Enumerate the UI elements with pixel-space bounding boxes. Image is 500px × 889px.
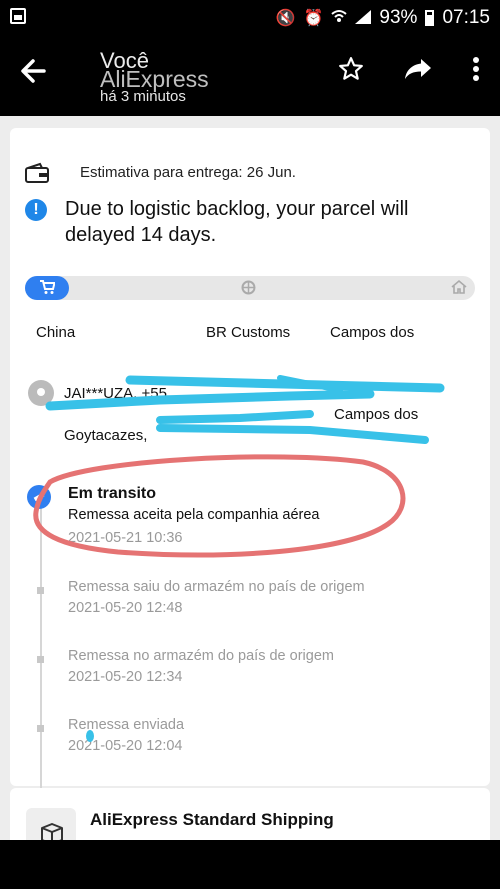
timeline-dot	[37, 587, 44, 594]
mute-icon: 🔇	[275, 10, 296, 27]
event-date: 2021-05-20 12:04	[68, 738, 183, 754]
current-date: 2021-05-21 10:36	[68, 530, 183, 546]
package-icon	[26, 808, 76, 840]
delivery-estimate-row	[24, 162, 50, 184]
carrier-name: AliExpress Standard Shipping	[90, 810, 334, 829]
timeline-current: Em transito Remessa aceita pela companhi…	[68, 484, 319, 548]
plane-icon	[27, 485, 51, 509]
clock: 07:15	[442, 7, 490, 28]
wallet-icon	[25, 162, 49, 183]
delay-alert: Due to logistic backlog, your parcel wil…	[65, 198, 409, 246]
timeline-event: Remessa enviada 2021-05-20 12:04	[68, 716, 184, 756]
tracking-screen: Estimativa para entrega: 26 Jun. ! Due t…	[0, 116, 500, 840]
customs-icon	[241, 280, 256, 298]
event-date: 2021-05-20 12:34	[68, 669, 183, 685]
current-description: Remessa aceita pela companhia aérea	[68, 507, 320, 523]
battery-icon	[425, 10, 435, 26]
back-arrow-icon[interactable]	[20, 58, 46, 90]
timeline-event: Remessa no armazém do país de origem 202…	[68, 647, 334, 687]
event-description: Remessa enviada	[68, 717, 185, 733]
address-line-3: Goytacazes,	[64, 427, 148, 444]
stage-origin: China	[36, 324, 76, 341]
shipping-card: AliExpress Standard Shipping	[10, 788, 490, 840]
timeline-event: Remessa saiu do armazém no país de orige…	[68, 578, 365, 618]
header-actions	[338, 56, 480, 82]
alarm-icon: ⏰	[303, 10, 324, 27]
bottom-bar	[0, 840, 500, 889]
shipping-address: JAI***UZA, +55 Campos dos Goytacazes,	[64, 383, 464, 446]
home-icon	[451, 279, 467, 299]
timeline-dot	[37, 656, 44, 663]
status-bar: 🔇 ⏰ 93% 07:15	[0, 0, 500, 36]
more-icon[interactable]	[472, 56, 480, 82]
event-date: 2021-05-20 12:48	[68, 600, 183, 616]
address-line-2: Campos dos	[334, 406, 419, 423]
battery-percent: 93%	[379, 7, 418, 28]
timeline-dot	[37, 725, 44, 732]
signal-icon	[355, 10, 372, 26]
wifi-icon	[331, 8, 348, 29]
address-line-1: JAI***UZA, +55	[64, 385, 167, 402]
event-description: Remessa saiu do armazém no país de orige…	[68, 579, 365, 595]
cart-icon	[39, 280, 56, 298]
gallery-icon	[10, 8, 26, 24]
current-status: Em transito	[68, 485, 157, 502]
timeline-line	[40, 500, 42, 790]
location-pin-icon	[28, 380, 54, 406]
route-progress	[25, 276, 475, 300]
tracking-card: Estimativa para entrega: 26 Jun. ! Due t…	[10, 128, 490, 790]
stage-customs: BR Customs	[206, 324, 291, 341]
event-description: Remessa no armazém do país de origem	[68, 648, 334, 664]
info-icon: !	[25, 199, 47, 221]
time-ago: há 3 minutos	[100, 88, 186, 105]
status-indicators: 🔇 ⏰ 93% 07:15	[276, 7, 490, 29]
share-icon[interactable]	[404, 57, 432, 81]
star-icon[interactable]	[338, 56, 364, 82]
delivery-estimate: Estimativa para entrega: 26 Jun.	[80, 164, 296, 181]
stage-destination: Campos dos Goytacazes	[330, 324, 415, 344]
app-header: Você AliExpress há 3 minutos	[0, 36, 500, 116]
